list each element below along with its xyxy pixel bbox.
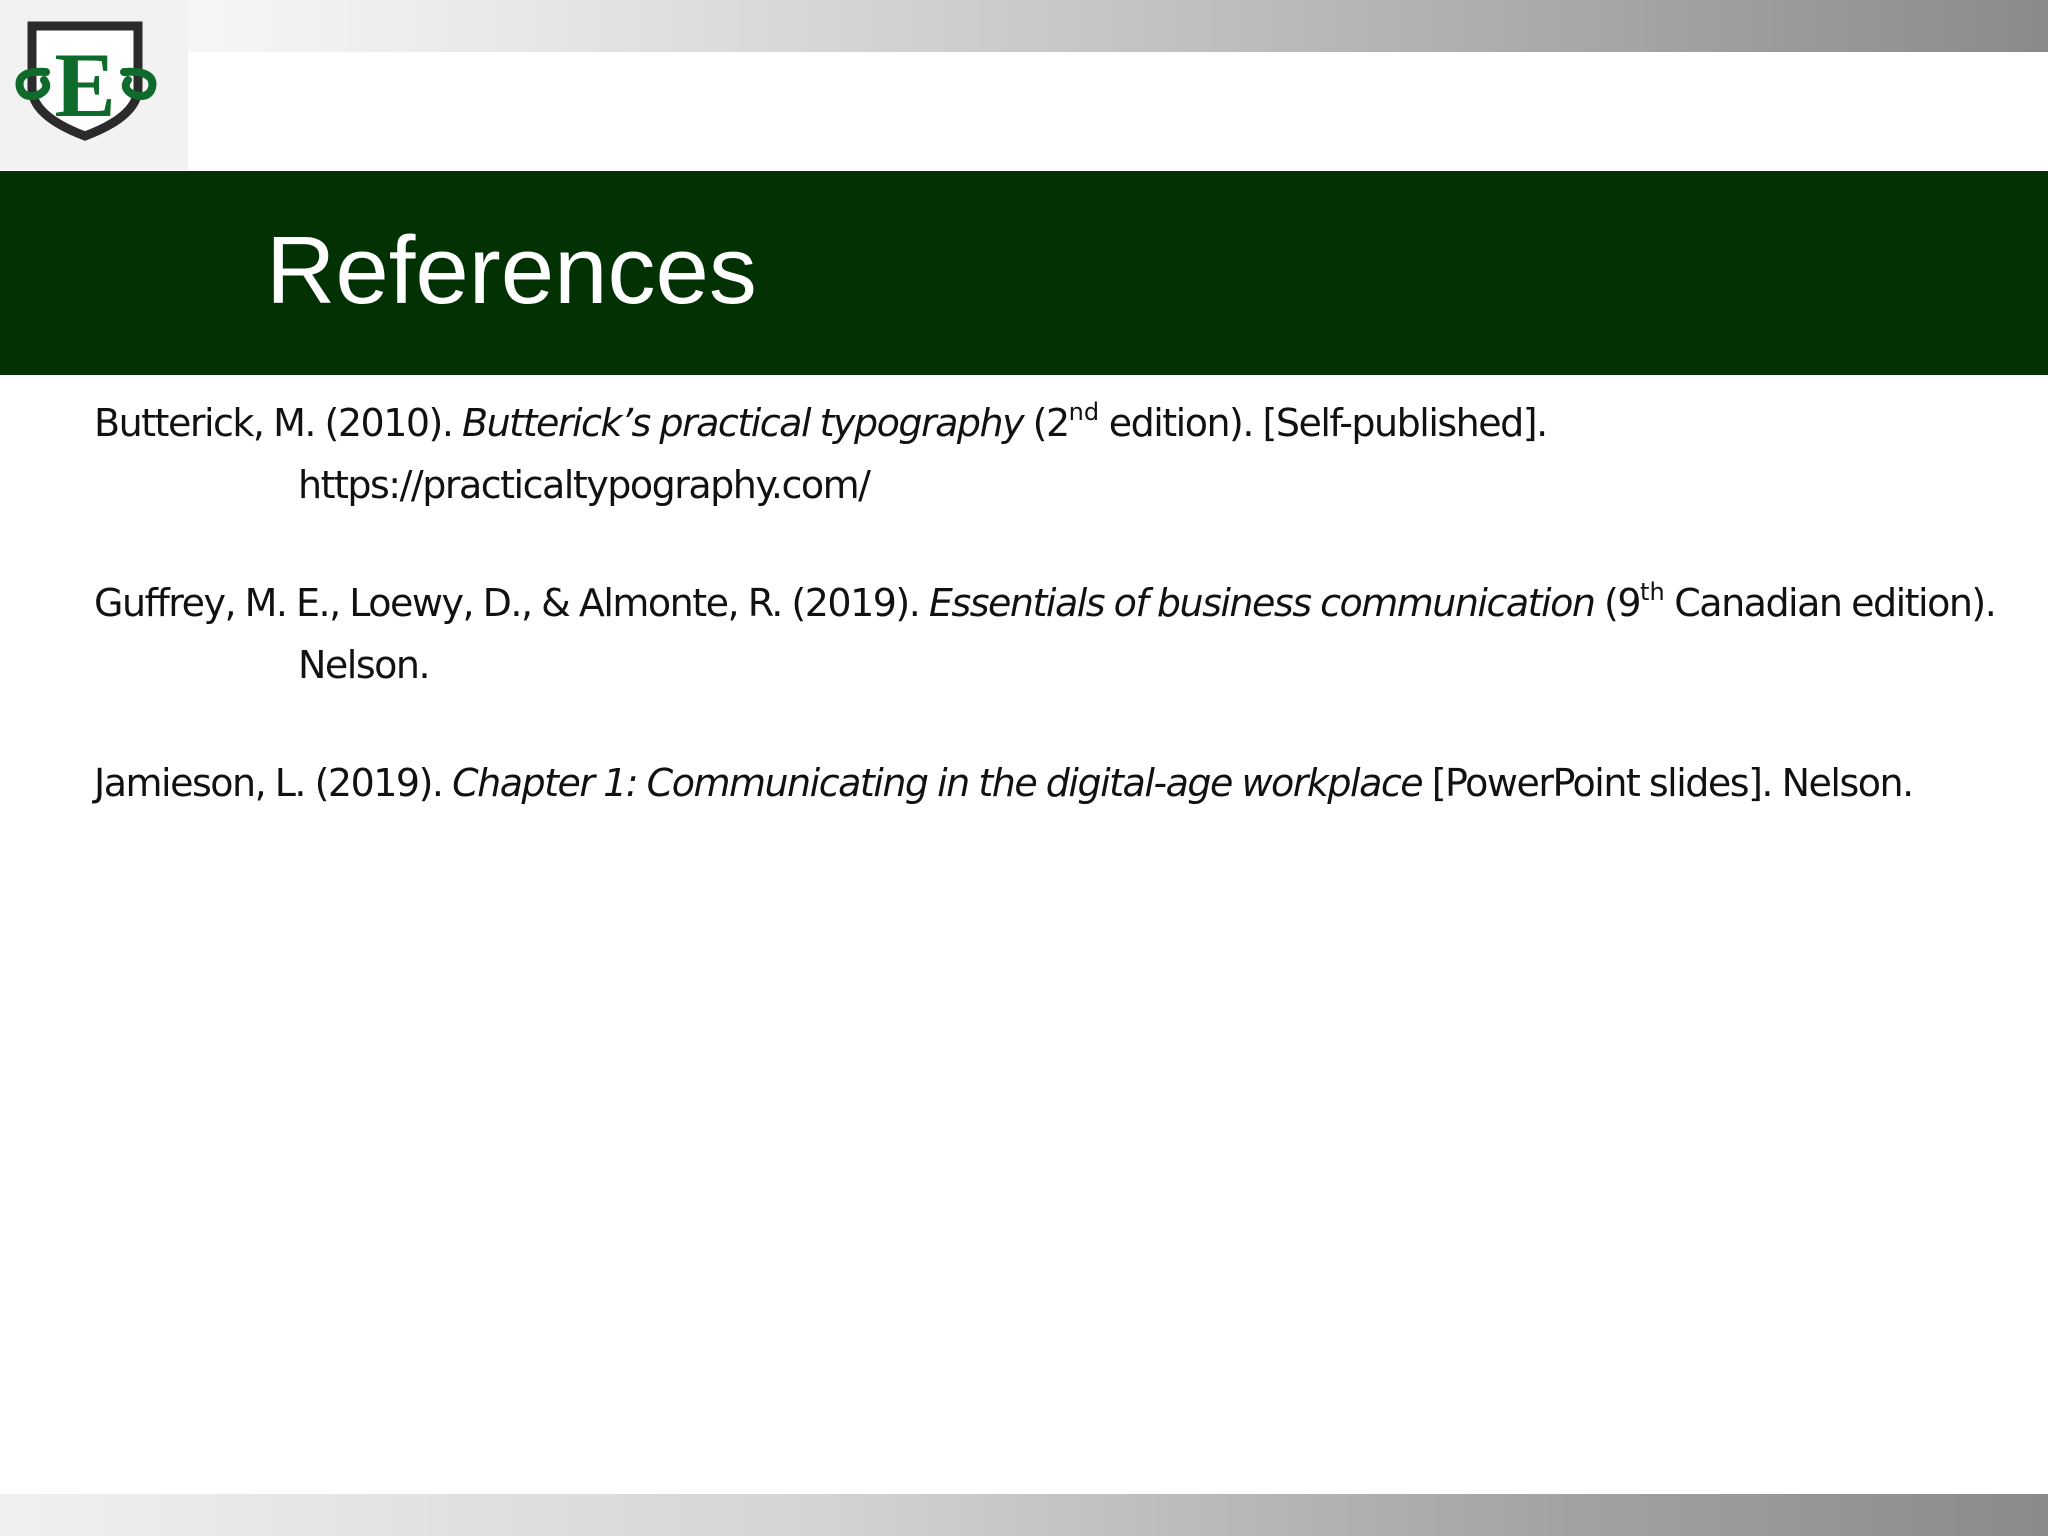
reference-details: (9 — [1594, 581, 1642, 625]
reference-entry: Butterick, M. (2010). Butterick’s practi… — [94, 392, 2014, 516]
slide: E References Butterick, M. (2010). Butte… — [0, 0, 2048, 1536]
reference-authors-year: Butterick, M. (2010). — [94, 401, 463, 445]
slide-title: References — [266, 217, 757, 324]
reference-details: (2 — [1023, 401, 1071, 445]
logo-letter: E — [54, 34, 115, 136]
school-crest-logo-icon: E — [15, 21, 157, 141]
reference-title: Chapter 1: Communicating in the digital-… — [452, 761, 1424, 805]
top-gradient-band — [0, 0, 2048, 52]
reference-ordinal-suffix: th — [1640, 578, 1665, 606]
reference-title: Essentials of business communication — [928, 581, 1596, 625]
bottom-gradient-band — [0, 1494, 2048, 1536]
reference-authors-year: Guffrey, M. E., Loewy, D., & Almonte, R.… — [94, 581, 929, 625]
reference-entry: Guffrey, M. E., Loewy, D., & Almonte, R.… — [94, 572, 2014, 696]
reference-authors-year: Jamieson, L. (2019). — [94, 761, 453, 805]
logo-box: E — [0, 0, 188, 170]
reference-ordinal-suffix: nd — [1068, 398, 1100, 426]
reference-title: Butterick’s practical typography — [462, 401, 1025, 445]
reference-details: [PowerPoint slides]. Nelson. — [1422, 761, 1914, 805]
references-list: Butterick, M. (2010). Butterick’s practi… — [94, 392, 2014, 870]
reference-entry: Jamieson, L. (2019). Chapter 1: Communic… — [94, 752, 2014, 814]
